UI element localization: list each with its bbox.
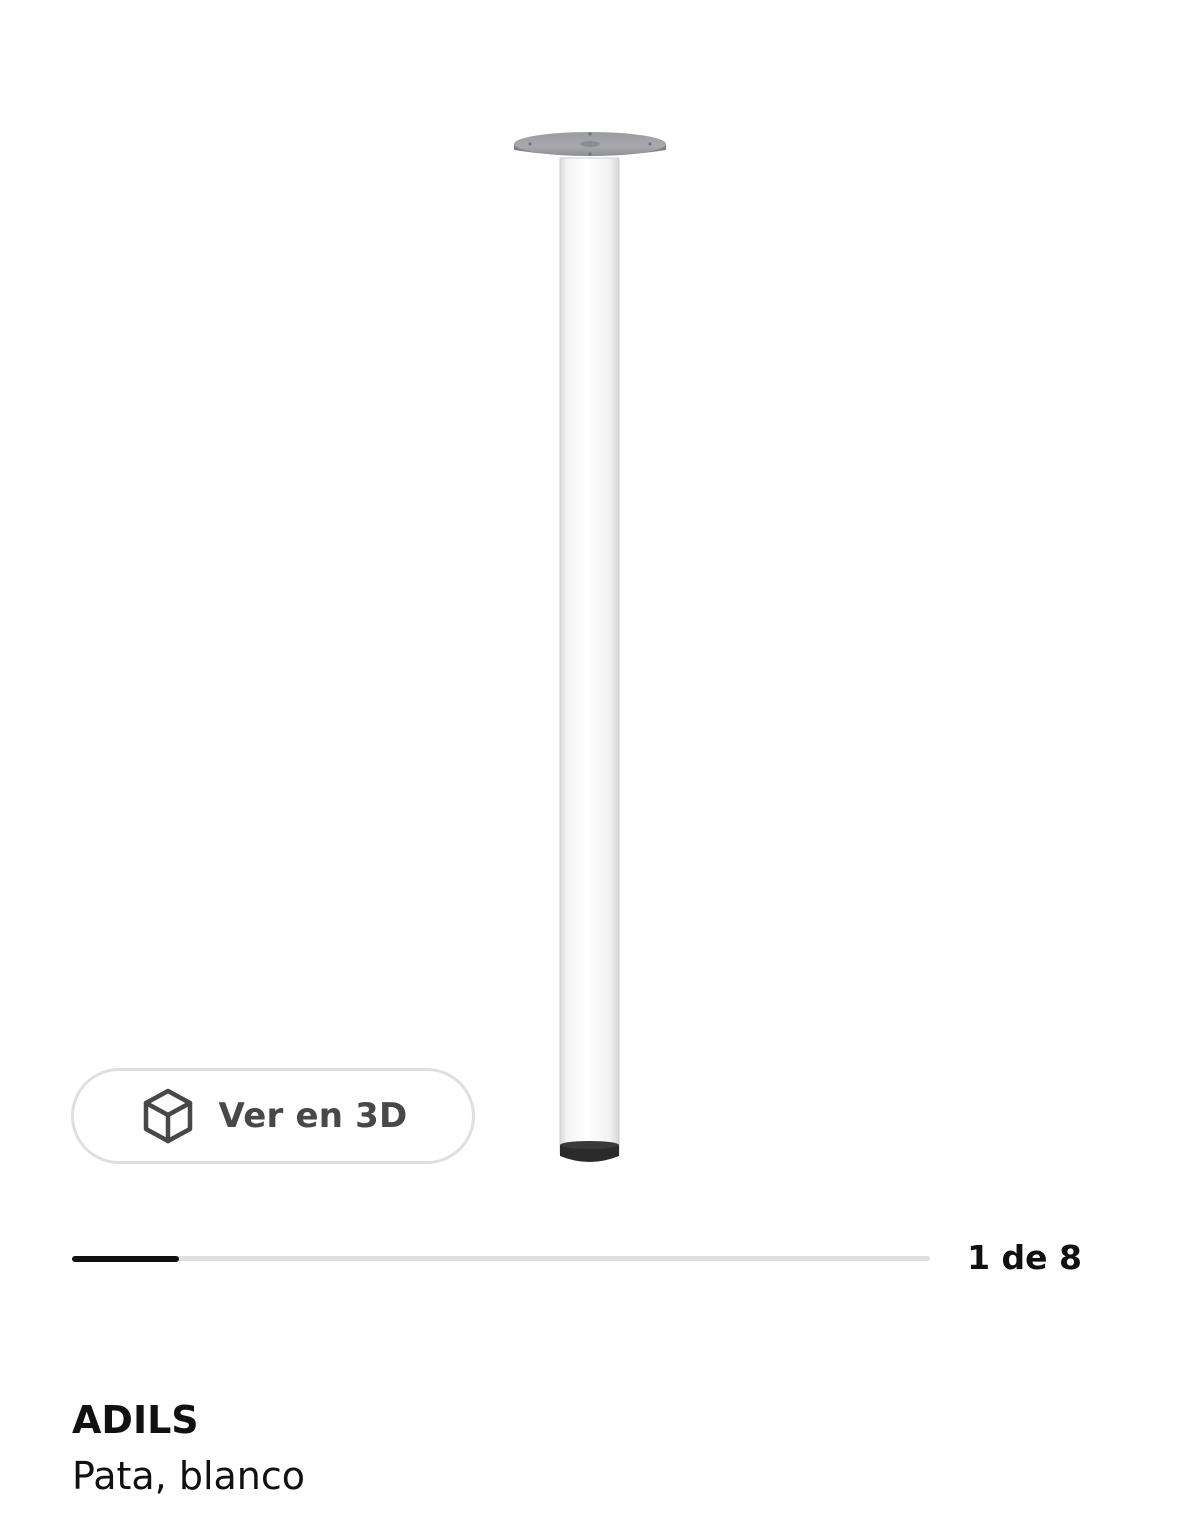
product-image-table-leg[interactable]	[500, 120, 680, 1180]
gallery-progress-fill	[72, 1255, 180, 1262]
view-in-3d-label: Ver en 3D	[218, 1096, 408, 1136]
view-in-3d-button[interactable]: Ver en 3D	[71, 1068, 475, 1164]
slide-counter: 1 de 8	[967, 1238, 1082, 1277]
product-image-gallery[interactable]: Ver en 3D	[0, 0, 1179, 1215]
product-description: Pata, blanco	[72, 1454, 306, 1498]
cube-3d-icon	[139, 1087, 197, 1145]
gallery-progress-bar[interactable]	[72, 1255, 930, 1262]
product-name: ADILS	[72, 1398, 199, 1442]
